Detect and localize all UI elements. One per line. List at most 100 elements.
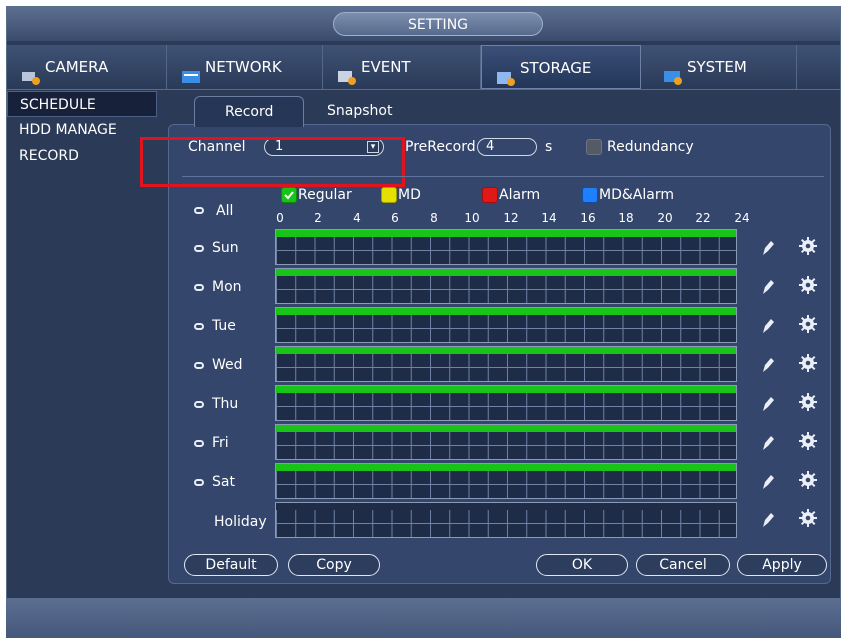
hour-tick: 18 — [618, 211, 634, 225]
regular-bar — [276, 347, 736, 354]
gear-icon[interactable] — [798, 431, 818, 451]
ok-button[interactable]: OK — [536, 554, 628, 576]
main-tabs: CAMERA NETWORK EVENT STORAGE SYSTEM — [7, 45, 840, 90]
tab-network-label: NETWORK — [205, 58, 282, 76]
title-bar: SETTING — [7, 7, 840, 41]
tab-event-label: EVENT — [361, 58, 411, 76]
gear-icon[interactable] — [798, 470, 818, 490]
pencil-icon[interactable] — [758, 355, 778, 375]
fri-toggle[interactable] — [194, 440, 204, 447]
regular-bar — [276, 386, 736, 393]
hour-tick: 16 — [580, 211, 596, 225]
tab-event[interactable]: EVENT — [323, 45, 481, 89]
grid-cells — [276, 471, 736, 498]
tab-camera[interactable]: CAMERA — [7, 45, 167, 89]
redundancy-checkbox[interactable] — [586, 139, 602, 155]
day-label-fri: Fri — [212, 435, 229, 451]
tab-system-label: SYSTEM — [687, 58, 747, 76]
gear-icon[interactable] — [798, 275, 818, 295]
thu-toggle[interactable] — [194, 401, 204, 408]
pencil-icon[interactable] — [758, 433, 778, 453]
camera-icon — [21, 58, 41, 85]
schedule-grid-holiday[interactable] — [275, 502, 737, 538]
tab-network[interactable]: NETWORK — [167, 45, 323, 89]
apply-button[interactable]: Apply — [737, 554, 827, 576]
day-label-sun: Sun — [212, 240, 239, 256]
schedule-grid-thu[interactable] — [275, 385, 737, 421]
regular-bar — [276, 230, 736, 237]
schedule-grid-sat[interactable] — [275, 463, 737, 499]
legend-md: MD — [398, 187, 421, 203]
gear-icon[interactable] — [798, 353, 818, 373]
divider — [182, 176, 824, 177]
pencil-icon[interactable] — [758, 316, 778, 336]
wed-toggle[interactable] — [194, 362, 204, 369]
system-icon — [663, 58, 683, 85]
hour-tick: 22 — [695, 211, 711, 225]
alarm-checkbox[interactable] — [482, 187, 498, 203]
all-label: All — [216, 203, 234, 219]
day-label-wed: Wed — [212, 357, 243, 373]
network-icon — [181, 58, 201, 83]
gear-icon[interactable] — [798, 392, 818, 412]
day-label-holiday: Holiday — [214, 514, 267, 530]
day-label-tue: Tue — [212, 318, 236, 334]
nav-record[interactable]: RECORD — [7, 143, 157, 169]
cancel-button[interactable]: Cancel — [636, 554, 730, 576]
default-button[interactable]: Default — [184, 554, 278, 576]
subtab-record[interactable]: Record — [194, 96, 305, 127]
storage-icon — [496, 59, 516, 86]
regular-bar — [276, 464, 736, 471]
nav-schedule[interactable]: SCHEDULE — [7, 91, 157, 117]
tue-toggle[interactable] — [194, 323, 204, 330]
gear-icon[interactable] — [798, 508, 818, 528]
pencil-icon[interactable] — [758, 394, 778, 414]
grid-cells — [276, 315, 736, 342]
tab-storage-label: STORAGE — [520, 59, 592, 77]
md-alarm-checkbox[interactable] — [582, 187, 598, 203]
pencil-icon[interactable] — [758, 472, 778, 492]
grid-cells — [276, 393, 736, 420]
schedule-grid-wed[interactable] — [275, 346, 737, 382]
regular-bar — [276, 425, 736, 432]
gear-icon[interactable] — [798, 314, 818, 334]
day-label-thu: Thu — [212, 396, 239, 412]
schedule-grid-fri[interactable] — [275, 424, 737, 460]
subtab-snapshot[interactable]: Snapshot — [327, 96, 392, 126]
window-title: SETTING — [333, 12, 543, 36]
pencil-icon[interactable] — [758, 510, 778, 530]
tab-system[interactable]: SYSTEM — [641, 45, 797, 89]
pencil-icon[interactable] — [758, 277, 778, 297]
legend-md-alarm: MD&Alarm — [599, 187, 674, 203]
mon-toggle[interactable] — [194, 284, 204, 291]
prerecord-label: PreRecord — [405, 139, 476, 155]
status-bar — [6, 598, 841, 638]
gear-icon[interactable] — [798, 236, 818, 256]
all-toggle[interactable] — [194, 207, 204, 214]
legend-alarm: Alarm — [499, 187, 541, 203]
hour-tick: 14 — [541, 211, 557, 225]
hour-tick: 2 — [314, 211, 322, 225]
grid-cells — [276, 276, 736, 303]
md-checkbox[interactable] — [381, 187, 397, 203]
schedule-grid-tue[interactable] — [275, 307, 737, 343]
grid-cells — [276, 354, 736, 381]
nav-hdd-manage[interactable]: HDD MANAGE — [7, 117, 157, 143]
tab-storage[interactable]: STORAGE — [481, 45, 641, 89]
prerecord-input[interactable]: 4 — [477, 138, 537, 156]
grid-cells — [276, 237, 736, 264]
hour-tick: 10 — [464, 211, 480, 225]
schedule-grid-sun[interactable] — [275, 229, 737, 265]
hour-tick: 24 — [734, 211, 750, 225]
regular-checkbox[interactable] — [281, 187, 297, 203]
redundancy-label: Redundancy — [607, 139, 694, 155]
hour-tick: 4 — [353, 211, 361, 225]
hour-tick: 20 — [657, 211, 673, 225]
schedule-grid-mon[interactable] — [275, 268, 737, 304]
tab-camera-label: CAMERA — [45, 58, 109, 76]
event-icon — [337, 58, 357, 85]
copy-button[interactable]: Copy — [288, 554, 380, 576]
sat-toggle[interactable] — [194, 479, 204, 486]
pencil-icon[interactable] — [758, 238, 778, 258]
sun-toggle[interactable] — [194, 245, 204, 252]
